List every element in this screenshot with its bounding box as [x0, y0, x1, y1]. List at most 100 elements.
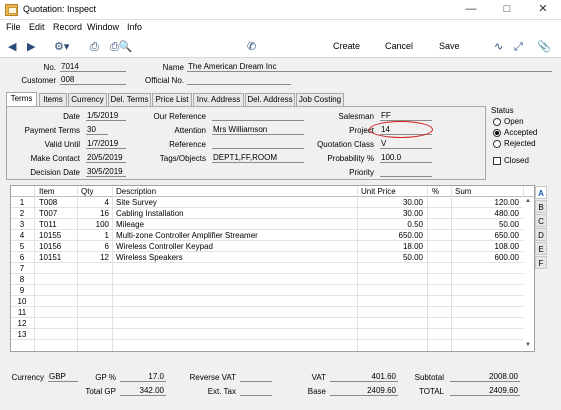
- cell-unit-price[interactable]: 18.00: [359, 242, 423, 251]
- side-tab-c[interactable]: C: [535, 214, 547, 227]
- cell-item[interactable]: 10155: [39, 231, 75, 240]
- cell-sum[interactable]: 120.00: [453, 198, 519, 207]
- menu-info[interactable]: Info: [127, 22, 142, 32]
- priority-field[interactable]: [380, 167, 432, 177]
- tab-del-terms[interactable]: Del. Terms: [108, 93, 151, 106]
- closed-checkbox[interactable]: [493, 157, 501, 165]
- table-row[interactable]: 13: [11, 329, 534, 340]
- scroll-down-icon[interactable]: ▼: [525, 342, 531, 348]
- side-tab-e[interactable]: E: [535, 242, 547, 255]
- ext-tax-field[interactable]: [240, 386, 272, 396]
- valid-until-field[interactable]: 1/7/2019: [86, 139, 126, 149]
- total-field[interactable]: 2409.60: [450, 386, 520, 396]
- cell-unit-price[interactable]: 30.00: [359, 198, 423, 207]
- gp-percent-field[interactable]: 17.0: [120, 372, 166, 382]
- side-tab-f[interactable]: F: [535, 256, 547, 269]
- expand-icon[interactable]: ⤢: [514, 40, 523, 54]
- tab-currency[interactable]: Currency: [68, 93, 107, 106]
- activity-icon[interactable]: ∿: [494, 40, 503, 54]
- vat-field[interactable]: 401.60: [330, 372, 398, 382]
- cell-sum[interactable]: 108.00: [453, 242, 519, 251]
- next-record-icon[interactable]: ▶: [27, 40, 35, 54]
- side-tab-d[interactable]: D: [535, 228, 547, 241]
- cell-qty[interactable]: 100: [79, 220, 109, 229]
- name-field[interactable]: The American Dream Inc: [187, 62, 552, 72]
- create-button[interactable]: Create: [333, 41, 360, 51]
- official-no-field[interactable]: [187, 75, 291, 85]
- cell-item[interactable]: T008: [39, 198, 75, 207]
- payment-terms-field[interactable]: 30: [86, 125, 108, 135]
- tab-items[interactable]: Items: [39, 93, 67, 106]
- cell-description[interactable]: Multi-zone Controller Amplifier Streamer: [116, 231, 354, 240]
- table-row[interactable]: 12: [11, 318, 534, 329]
- no-field[interactable]: 7014: [60, 62, 126, 72]
- cell-sum[interactable]: 480.00: [453, 209, 519, 218]
- customer-field[interactable]: 008: [60, 75, 126, 85]
- phone-icon[interactable]: ✆: [247, 40, 256, 54]
- reference-field[interactable]: [212, 139, 304, 149]
- previous-record-icon[interactable]: ◀: [8, 40, 16, 54]
- print-preview-icon[interactable]: ⎙🔍: [110, 40, 133, 54]
- cell-sum[interactable]: 600.00: [453, 253, 519, 262]
- side-tab-b[interactable]: B: [535, 200, 547, 213]
- close-icon[interactable]: ✕: [525, 0, 561, 20]
- cell-item[interactable]: 10151: [39, 253, 75, 262]
- our-reference-field[interactable]: [212, 111, 304, 121]
- cell-description[interactable]: Wireless Controller Keypad: [116, 242, 354, 251]
- attachment-icon[interactable]: 📎: [537, 40, 551, 54]
- table-row[interactable]: 3 T011 100 Mileage 0.50 50.00: [11, 219, 534, 230]
- cell-description[interactable]: Cabling Installation: [116, 209, 354, 218]
- table-row[interactable]: 6 10151 12 Wireless Speakers 50.00 600.00: [11, 252, 534, 263]
- tab-terms[interactable]: Terms: [6, 92, 37, 106]
- minimize-icon[interactable]: —: [453, 0, 489, 20]
- table-row[interactable]: 2 T007 16 Cabling Installation 30.00 480.00: [11, 208, 534, 219]
- tags-objects-field[interactable]: DEPT1,FF,ROOM: [212, 153, 304, 163]
- table-row[interactable]: 10: [11, 296, 534, 307]
- decision-date-field[interactable]: 30/5/2019: [86, 167, 126, 177]
- cell-unit-price[interactable]: 0.50: [359, 220, 423, 229]
- table-row[interactable]: 7: [11, 263, 534, 274]
- grid-scrollbar[interactable]: ▲ ▼: [523, 197, 534, 351]
- salesman-field[interactable]: FF: [380, 111, 432, 121]
- quotation-class-field[interactable]: V: [380, 139, 432, 149]
- cell-qty[interactable]: 4: [79, 198, 109, 207]
- cell-description[interactable]: Site Survey: [116, 198, 354, 207]
- attention-field[interactable]: Mrs Williamson: [212, 125, 304, 135]
- table-row[interactable]: 11: [11, 307, 534, 318]
- status-rejected-radio[interactable]: [493, 140, 501, 148]
- table-row[interactable]: 4 10155 1 Multi-zone Controller Amplifier S…: [11, 230, 534, 241]
- make-contact-field[interactable]: 20/5/2019: [86, 153, 126, 163]
- cell-description[interactable]: Mileage: [116, 220, 354, 229]
- table-row[interactable]: 9: [11, 285, 534, 296]
- cell-description[interactable]: Wireless Speakers: [116, 253, 354, 262]
- total-gp-field[interactable]: 342.00: [120, 386, 166, 396]
- cell-qty[interactable]: 6: [79, 242, 109, 251]
- side-tab-a[interactable]: A: [535, 186, 547, 199]
- tab-job-costing[interactable]: Job Costing: [296, 93, 344, 106]
- tab-inv-address[interactable]: Inv. Address: [193, 93, 244, 106]
- cell-item[interactable]: T011: [39, 220, 75, 229]
- cell-item[interactable]: 10156: [39, 242, 75, 251]
- base-field[interactable]: 2409.60: [330, 386, 398, 396]
- subtotal-field[interactable]: 2008.00: [450, 372, 520, 382]
- status-open-radio[interactable]: [493, 118, 501, 126]
- date-field[interactable]: 1/5/2019: [86, 111, 126, 121]
- cell-qty[interactable]: 16: [79, 209, 109, 218]
- print-icon[interactable]: ⎙: [90, 40, 99, 54]
- save-button[interactable]: Save: [439, 41, 460, 51]
- cell-unit-price[interactable]: 650.00: [359, 231, 423, 240]
- cell-sum[interactable]: 650.00: [453, 231, 519, 240]
- cancel-button[interactable]: Cancel: [385, 41, 413, 51]
- cell-qty[interactable]: 1: [79, 231, 109, 240]
- currency-field[interactable]: GBP: [48, 372, 78, 382]
- status-accepted-radio[interactable]: [493, 129, 501, 137]
- cell-unit-price[interactable]: 30.00: [359, 209, 423, 218]
- menu-file[interactable]: File: [6, 22, 21, 32]
- tab-price-list[interactable]: Price List: [152, 93, 192, 106]
- maximize-icon[interactable]: □: [489, 0, 525, 20]
- menu-edit[interactable]: Edit: [29, 22, 45, 32]
- reverse-vat-field[interactable]: [240, 372, 272, 382]
- table-row[interactable]: 5 10156 6 Wireless Controller Keypad 18.00 10…: [11, 241, 534, 252]
- probability-field[interactable]: 100.0: [380, 153, 432, 163]
- cell-item[interactable]: T007: [39, 209, 75, 218]
